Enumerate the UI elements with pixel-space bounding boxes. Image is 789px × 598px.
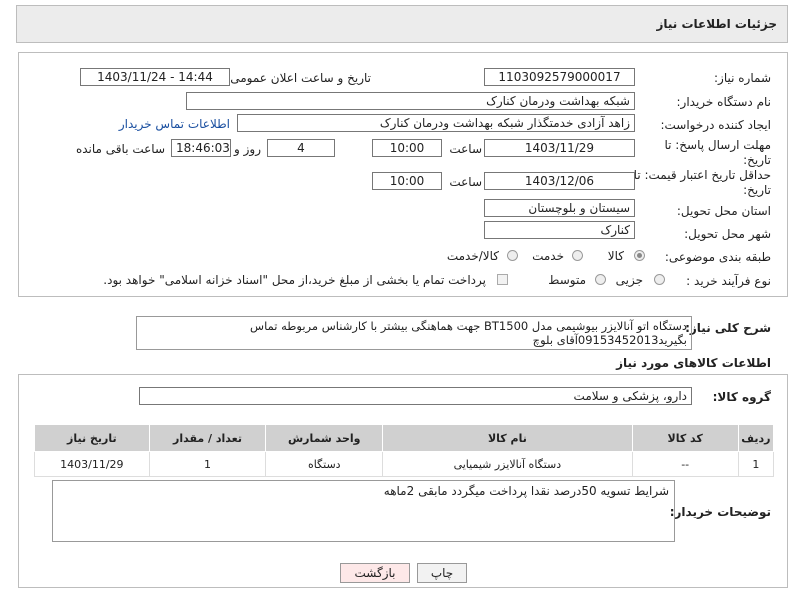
remaining-label: ساعت باقی مانده	[75, 142, 165, 156]
buyer-notes-textarea: شرایط تسویه 50درصد نقدا پرداخت میگردد ما…	[52, 480, 675, 542]
col-row: ردیف	[737, 424, 775, 452]
process-minor-radio[interactable]	[654, 274, 665, 285]
buyer-contact-link[interactable]: اطلاعات تماس خریدار	[119, 117, 230, 131]
buyer-field: شبکه بهداشت ودرمان کنارک	[186, 92, 635, 110]
col-unit: واحد شمارش	[265, 424, 384, 452]
cell-unit: دستگاه	[265, 451, 384, 477]
category-label: طبقه بندی موضوعی:	[664, 250, 771, 264]
table-row: 1 -- دستگاه آنالایزر شیمیایی دستگاه 1 14…	[34, 451, 775, 477]
page-header: جزئیات اطلاعات نیاز	[16, 5, 788, 43]
description-line-1: دستگاه اتو آنالایزر بیوشیمی مدل BT1500 ج…	[250, 319, 687, 333]
creator-field: زاهد آزادی خدمتگذار شبکه بهداشت ودرمان ک…	[237, 114, 635, 132]
creator-label: ایجاد کننده درخواست:	[660, 118, 771, 132]
col-qty: تعداد / مقدار	[148, 424, 267, 452]
goods-table-header: ردیف کد کالا نام کالا واحد شمارش تعداد /…	[34, 424, 775, 452]
announce-label: تاریخ و ساعت اعلان عمومی:	[226, 71, 371, 85]
back-button[interactable]: بازگشت	[340, 563, 410, 583]
description-textarea: دستگاه اتو آنالایزر بیوشیمی مدل BT1500 ج…	[136, 316, 692, 350]
goods-group-field: دارو، پزشکی و سلامت	[139, 387, 692, 405]
category-goods-service-radio[interactable]	[507, 250, 518, 261]
category-goods-radio[interactable]	[634, 250, 645, 261]
cell-qty: 1	[148, 451, 267, 477]
city-label: شهر محل تحویل:	[684, 227, 771, 241]
print-button[interactable]: چاپ	[417, 563, 467, 583]
goods-section-title: اطلاعات کالاهای مورد نیاز	[616, 356, 771, 370]
col-date: تاریخ نیاز	[34, 424, 150, 452]
category-service-radio[interactable]	[572, 250, 583, 261]
goods-table: ردیف کد کالا نام کالا واحد شمارش تعداد /…	[34, 424, 775, 477]
cell-code: --	[631, 451, 739, 477]
col-name: نام کالا	[382, 424, 633, 452]
deadline-time-label: ساعت	[449, 142, 482, 156]
days-remaining-field: 4	[267, 139, 335, 157]
deadline-date-field: 1403/11/29	[484, 139, 635, 157]
process-type-label: نوع فرآیند خرید :	[686, 274, 771, 288]
category-goods-label: کالا	[607, 249, 624, 263]
price-validity-time-label: ساعت	[449, 175, 482, 189]
treasury-payment-checkbox[interactable]	[497, 274, 508, 285]
cell-row: 1	[737, 451, 775, 477]
deadline-time-field: 10:00	[372, 139, 442, 157]
cell-name: دستگاه آنالایزر شیمیایی	[382, 451, 633, 477]
need-number-field: 1103092579000017	[484, 68, 635, 86]
page-title: جزئیات اطلاعات نیاز	[656, 17, 777, 31]
process-medium-label: متوسط	[548, 273, 586, 287]
price-validity-label: حداقل تاریخ اعتبار قیمت: تا تاریخ:	[633, 168, 771, 197]
description-line-2: بگیرید09153452013آقای بلوچ	[532, 333, 687, 347]
need-number-label: شماره نیاز:	[714, 71, 771, 85]
province-field: سیستان و بلوچستان	[484, 199, 635, 217]
process-medium-radio[interactable]	[595, 274, 606, 285]
buyer-notes-label: توضیحات خریدار:	[669, 505, 771, 519]
process-minor-label: جزیی	[615, 273, 643, 287]
days-label: روز و	[234, 142, 261, 156]
province-label: استان محل تحویل:	[676, 204, 771, 218]
category-goods-service-label: کالا/خدمت	[446, 249, 499, 263]
treasury-payment-label: پرداخت تمام یا بخشی از مبلغ خرید،از محل …	[103, 273, 486, 287]
remaining-time-field: 18:46:03	[171, 139, 231, 157]
category-service-label: خدمت	[532, 249, 564, 263]
city-field: کنارک	[484, 221, 635, 239]
description-label: شرح کلی نیاز:	[685, 321, 771, 335]
price-validity-date-field: 1403/12/06	[484, 172, 635, 190]
goods-group-label: گروه کالا:	[712, 390, 771, 404]
col-code: کد کالا	[631, 424, 739, 452]
cell-date: 1403/11/29	[34, 451, 150, 477]
price-validity-time-field: 10:00	[372, 172, 442, 190]
announce-datetime-field: 1403/11/24 - 14:44	[80, 68, 230, 86]
deadline-label: مهلت ارسال پاسخ: تا تاریخ:	[664, 138, 771, 167]
buyer-label: نام دستگاه خریدار:	[676, 95, 772, 109]
